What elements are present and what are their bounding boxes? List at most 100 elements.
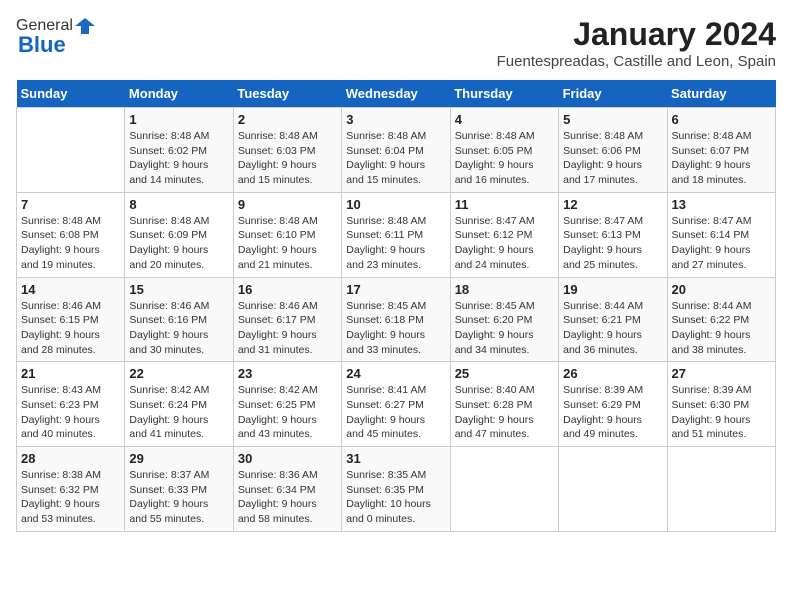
day-info: Sunrise: 8:47 AM Sunset: 6:14 PM Dayligh… <box>672 214 771 273</box>
day-info: Sunrise: 8:46 AM Sunset: 6:16 PM Dayligh… <box>129 299 228 358</box>
calendar-cell: 31Sunrise: 8:35 AM Sunset: 6:35 PM Dayli… <box>342 447 450 532</box>
day-number: 12 <box>563 197 662 212</box>
calendar-week-row: 1 Sunrise: 8:48 AM Sunset: 6:02 PM Daylig… <box>17 108 776 193</box>
day-number: 1 <box>129 112 228 127</box>
calendar-cell: 8 Sunrise: 8:48 AM Sunset: 6:09 PM Daylig… <box>125 192 233 277</box>
calendar-cell: 18 Sunrise: 8:45 AM Sunset: 6:20 PM Dayli… <box>450 277 558 362</box>
logo: General Blue <box>16 16 97 58</box>
day-info: Sunrise: 8:48 AM Sunset: 6:11 PM Dayligh… <box>346 214 445 273</box>
day-info: Sunrise: 8:48 AM Sunset: 6:04 PM Dayligh… <box>346 129 445 188</box>
day-header-tuesday: Tuesday <box>233 80 341 108</box>
calendar-cell: 5 Sunrise: 8:48 AM Sunset: 6:06 PM Daylig… <box>559 108 667 193</box>
calendar-cell <box>559 447 667 532</box>
day-info: Sunrise: 8:39 AM Sunset: 6:29 PM Dayligh… <box>563 383 662 442</box>
calendar-cell: 21 Sunrise: 8:43 AM Sunset: 6:23 PM Dayli… <box>17 362 125 447</box>
day-info: Sunrise: 8:44 AM Sunset: 6:21 PM Dayligh… <box>563 299 662 358</box>
day-number: 13 <box>672 197 771 212</box>
day-header-saturday: Saturday <box>667 80 775 108</box>
day-info: Sunrise: 8:48 AM Sunset: 6:05 PM Dayligh… <box>455 129 554 188</box>
day-info: Sunrise: 8:37 AM Sunset: 6:33 PM Dayligh… <box>129 468 228 527</box>
calendar-cell: 26 Sunrise: 8:39 AM Sunset: 6:29 PM Dayli… <box>559 362 667 447</box>
month-title: January 2024 <box>497 16 776 53</box>
day-number: 7 <box>21 197 120 212</box>
day-info: Sunrise: 8:47 AM Sunset: 6:12 PM Dayligh… <box>455 214 554 273</box>
day-info: Sunrise: 8:46 AM Sunset: 6:15 PM Dayligh… <box>21 299 120 358</box>
calendar-week-row: 14 Sunrise: 8:46 AM Sunset: 6:15 PM Dayli… <box>17 277 776 362</box>
day-header-monday: Monday <box>125 80 233 108</box>
day-number: 9 <box>238 197 337 212</box>
day-info: Sunrise: 8:42 AM Sunset: 6:25 PM Dayligh… <box>238 383 337 442</box>
day-number: 23 <box>238 366 337 381</box>
calendar-cell: 4Sunrise: 8:48 AM Sunset: 6:05 PM Daylig… <box>450 108 558 193</box>
calendar-cell: 11 Sunrise: 8:47 AM Sunset: 6:12 PM Dayli… <box>450 192 558 277</box>
logo-blue-text: Blue <box>16 32 66 58</box>
calendar-cell: 13 Sunrise: 8:47 AM Sunset: 6:14 PM Dayli… <box>667 192 775 277</box>
calendar-cell: 27Sunrise: 8:39 AM Sunset: 6:30 PM Dayli… <box>667 362 775 447</box>
day-number: 14 <box>21 282 120 297</box>
title-area: January 2024 Fuentespreadas, Castille an… <box>497 16 776 70</box>
calendar-cell: 7Sunrise: 8:48 AM Sunset: 6:08 PM Daylig… <box>17 192 125 277</box>
day-info: Sunrise: 8:41 AM Sunset: 6:27 PM Dayligh… <box>346 383 445 442</box>
day-number: 11 <box>455 197 554 212</box>
day-number: 10 <box>346 197 445 212</box>
day-info: Sunrise: 8:48 AM Sunset: 6:02 PM Dayligh… <box>129 129 228 188</box>
calendar-cell <box>17 108 125 193</box>
calendar-cell: 16Sunrise: 8:46 AM Sunset: 6:17 PM Dayli… <box>233 277 341 362</box>
calendar-cell: 25 Sunrise: 8:40 AM Sunset: 6:28 PM Dayli… <box>450 362 558 447</box>
calendar-cell <box>450 447 558 532</box>
header: General Blue January 2024 Fuentespreadas… <box>16 16 776 70</box>
calendar-week-row: 28 Sunrise: 8:38 AM Sunset: 6:32 PM Dayli… <box>17 447 776 532</box>
calendar-cell: 2 Sunrise: 8:48 AM Sunset: 6:03 PM Daylig… <box>233 108 341 193</box>
day-info: Sunrise: 8:48 AM Sunset: 6:03 PM Dayligh… <box>238 129 337 188</box>
day-number: 26 <box>563 366 662 381</box>
day-info: Sunrise: 8:44 AM Sunset: 6:22 PM Dayligh… <box>672 299 771 358</box>
day-header-wednesday: Wednesday <box>342 80 450 108</box>
day-number: 5 <box>563 112 662 127</box>
calendar-cell: 6Sunrise: 8:48 AM Sunset: 6:07 PM Daylig… <box>667 108 775 193</box>
calendar-header-row: SundayMondayTuesdayWednesdayThursdayFrid… <box>17 80 776 108</box>
day-info: Sunrise: 8:40 AM Sunset: 6:28 PM Dayligh… <box>455 383 554 442</box>
calendar-week-row: 7Sunrise: 8:48 AM Sunset: 6:08 PM Daylig… <box>17 192 776 277</box>
day-info: Sunrise: 8:48 AM Sunset: 6:10 PM Dayligh… <box>238 214 337 273</box>
day-number: 6 <box>672 112 771 127</box>
day-info: Sunrise: 8:45 AM Sunset: 6:18 PM Dayligh… <box>346 299 445 358</box>
calendar-cell: 17Sunrise: 8:45 AM Sunset: 6:18 PM Dayli… <box>342 277 450 362</box>
day-number: 22 <box>129 366 228 381</box>
calendar-cell: 23 Sunrise: 8:42 AM Sunset: 6:25 PM Dayli… <box>233 362 341 447</box>
calendar-cell: 1 Sunrise: 8:48 AM Sunset: 6:02 PM Daylig… <box>125 108 233 193</box>
calendar-cell: 20Sunrise: 8:44 AM Sunset: 6:22 PM Dayli… <box>667 277 775 362</box>
day-number: 8 <box>129 197 228 212</box>
day-number: 2 <box>238 112 337 127</box>
day-info: Sunrise: 8:35 AM Sunset: 6:35 PM Dayligh… <box>346 468 445 527</box>
day-info: Sunrise: 8:48 AM Sunset: 6:06 PM Dayligh… <box>563 129 662 188</box>
day-number: 27 <box>672 366 771 381</box>
day-number: 3 <box>346 112 445 127</box>
location-subtitle: Fuentespreadas, Castille and Leon, Spain <box>497 53 776 70</box>
day-number: 19 <box>563 282 662 297</box>
calendar-cell: 22Sunrise: 8:42 AM Sunset: 6:24 PM Dayli… <box>125 362 233 447</box>
day-info: Sunrise: 8:48 AM Sunset: 6:09 PM Dayligh… <box>129 214 228 273</box>
day-number: 21 <box>21 366 120 381</box>
calendar-cell: 30Sunrise: 8:36 AM Sunset: 6:34 PM Dayli… <box>233 447 341 532</box>
calendar-cell: 29 Sunrise: 8:37 AM Sunset: 6:33 PM Dayli… <box>125 447 233 532</box>
calendar-cell: 14 Sunrise: 8:46 AM Sunset: 6:15 PM Dayli… <box>17 277 125 362</box>
day-info: Sunrise: 8:43 AM Sunset: 6:23 PM Dayligh… <box>21 383 120 442</box>
day-number: 25 <box>455 366 554 381</box>
day-info: Sunrise: 8:47 AM Sunset: 6:13 PM Dayligh… <box>563 214 662 273</box>
day-info: Sunrise: 8:38 AM Sunset: 6:32 PM Dayligh… <box>21 468 120 527</box>
day-number: 18 <box>455 282 554 297</box>
calendar-cell: 24 Sunrise: 8:41 AM Sunset: 6:27 PM Dayli… <box>342 362 450 447</box>
calendar-cell: 12 Sunrise: 8:47 AM Sunset: 6:13 PM Dayli… <box>559 192 667 277</box>
day-number: 28 <box>21 451 120 466</box>
calendar-cell: 15 Sunrise: 8:46 AM Sunset: 6:16 PM Dayli… <box>125 277 233 362</box>
calendar-cell: 3 Sunrise: 8:48 AM Sunset: 6:04 PM Daylig… <box>342 108 450 193</box>
day-info: Sunrise: 8:45 AM Sunset: 6:20 PM Dayligh… <box>455 299 554 358</box>
logo-bird-icon <box>75 16 95 36</box>
day-header-thursday: Thursday <box>450 80 558 108</box>
calendar-cell: 19 Sunrise: 8:44 AM Sunset: 6:21 PM Dayli… <box>559 277 667 362</box>
day-number: 24 <box>346 366 445 381</box>
calendar-cell: 9 Sunrise: 8:48 AM Sunset: 6:10 PM Daylig… <box>233 192 341 277</box>
day-number: 15 <box>129 282 228 297</box>
day-number: 29 <box>129 451 228 466</box>
day-header-friday: Friday <box>559 80 667 108</box>
